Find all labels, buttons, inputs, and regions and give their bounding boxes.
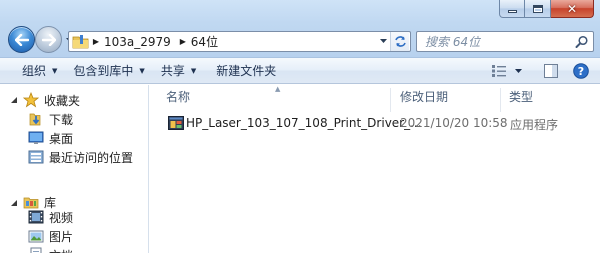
maximize-icon — [532, 4, 543, 13]
file-list: 名称 ▲ 修改日期 类型 HP_Laser_103_107_108_Print_… — [150, 85, 600, 253]
nav-item-label: 下载 — [49, 112, 74, 127]
new-folder-label: 新建文件夹 — [216, 64, 277, 78]
window-chrome: ✕ ▶ 103a_2979 ▶ 64位 搜索 64位 — [0, 0, 600, 58]
help-button[interactable]: ? — [566, 60, 596, 82]
preview-pane-button[interactable] — [536, 60, 566, 82]
change-view-button[interactable] — [486, 60, 528, 82]
triangle-expanded-icon — [11, 97, 17, 103]
column-header-label: 名称 — [166, 89, 191, 104]
download-folder-icon — [28, 111, 44, 127]
arrow-left-icon — [14, 33, 29, 46]
column-header-date[interactable]: 修改日期 — [394, 85, 498, 107]
chevron-down-icon: ▼ — [139, 66, 145, 75]
forward-button[interactable] — [35, 26, 62, 53]
chevron-down-icon — [380, 39, 387, 43]
svg-text:?: ? — [578, 65, 584, 78]
pictures-icon — [28, 228, 44, 244]
documents-icon — [28, 247, 44, 253]
nav-item-videos[interactable]: 视频 — [28, 208, 73, 226]
chevron-down-icon: ▼ — [190, 66, 197, 75]
libraries-collapse-toggle[interactable] — [10, 199, 18, 207]
view-list-icon — [492, 65, 506, 77]
nav-item-pictures[interactable]: 图片 — [28, 227, 73, 245]
nav-item-documents[interactable]: 文档 — [28, 246, 73, 253]
search-icon[interactable] — [575, 35, 589, 49]
star-icon — [23, 92, 39, 108]
organize-label: 组织 — [22, 64, 47, 78]
help-icon: ? — [573, 63, 589, 79]
address-bar[interactable]: ▶ 103a_2979 ▶ 64位 — [68, 31, 411, 52]
installer-app-icon — [168, 116, 184, 130]
nav-item-label: 图片 — [49, 229, 74, 244]
address-history-dropdown[interactable] — [379, 37, 388, 46]
column-divider[interactable] — [390, 88, 391, 112]
include-in-library-button[interactable]: 包含到库中 ▼ — [65, 60, 152, 82]
new-folder-button[interactable]: 新建文件夹 — [208, 60, 284, 82]
minimize-icon — [507, 10, 517, 13]
preview-pane-icon — [544, 64, 558, 78]
nav-item-label: 最近访问的位置 — [49, 150, 134, 165]
column-header-label: 修改日期 — [400, 89, 449, 104]
breadcrumb-separator-icon[interactable]: ▶ — [90, 37, 102, 46]
folder-icon — [72, 34, 89, 48]
close-button[interactable]: ✕ — [551, 0, 594, 18]
favorites-collapse-toggle[interactable] — [10, 96, 18, 104]
nav-favorites[interactable]: 收藏夹 — [23, 91, 80, 109]
nav-item-label: 文档 — [49, 247, 73, 253]
file-type: 应用程序 — [510, 118, 559, 132]
search-input[interactable]: 搜索 64位 — [425, 33, 480, 50]
chevron-down-icon: ▼ — [52, 66, 58, 75]
videos-icon — [28, 209, 44, 225]
breadcrumb-item[interactable]: 103a_2979 — [102, 35, 177, 49]
nav-item-label: 桌面 — [49, 131, 74, 146]
file-modified-date: 2021/10/20 10:58 — [400, 116, 508, 130]
refresh-icon — [394, 36, 406, 47]
nav-item-recent-places[interactable]: 最近访问的位置 — [28, 148, 133, 166]
triangle-expanded-icon — [11, 200, 17, 206]
navigation-pane: 收藏夹 下载 桌面 最近访问的位置 库 视频 图片 — [0, 85, 149, 253]
table-row[interactable]: HP_Laser_103_107_108_Print_Driver_... 20… — [168, 114, 598, 134]
column-divider[interactable] — [500, 88, 501, 112]
desktop-icon — [28, 130, 44, 146]
column-header-type[interactable]: 类型 — [503, 85, 600, 107]
close-icon: ✕ — [566, 1, 578, 16]
arrow-right-icon — [41, 33, 56, 46]
nav-item-downloads[interactable]: 下载 — [28, 110, 73, 128]
nav-item-desktop[interactable]: 桌面 — [28, 129, 73, 147]
command-bar: 组织 ▼ 包含到库中 ▼ 共享 ▼ 新建文件夹 ? — [0, 58, 600, 84]
explorer-window: ✕ ▶ 103a_2979 ▶ 64位 搜索 64位 组织 ▼ 包含到库中 ▼ … — [0, 0, 600, 253]
minimize-button[interactable] — [499, 0, 525, 18]
nav-favorites-label: 收藏夹 — [44, 93, 81, 108]
file-name[interactable]: HP_Laser_103_107_108_Print_Driver_... — [186, 116, 422, 130]
caption-buttons: ✕ — [499, 0, 594, 18]
search-box[interactable]: 搜索 64位 — [416, 31, 594, 52]
organize-button[interactable]: 组织 ▼ — [14, 60, 65, 82]
column-header-label: 类型 — [509, 89, 534, 104]
nav-item-label: 视频 — [49, 210, 74, 225]
maximize-button[interactable] — [525, 0, 551, 18]
breadcrumb-item[interactable]: 64位 — [189, 33, 224, 50]
recent-places-icon — [28, 149, 44, 165]
include-in-library-label: 包含到库中 — [73, 64, 134, 78]
share-button[interactable]: 共享 ▼ — [153, 60, 204, 82]
back-button[interactable] — [8, 26, 35, 53]
sort-ascending-icon: ▲ — [275, 85, 281, 93]
chevron-down-icon — [515, 68, 522, 73]
refresh-button[interactable] — [390, 32, 409, 51]
breadcrumb-separator-icon[interactable]: ▶ — [177, 37, 189, 46]
share-label: 共享 — [160, 64, 185, 78]
view-controls: ? — [486, 58, 600, 84]
